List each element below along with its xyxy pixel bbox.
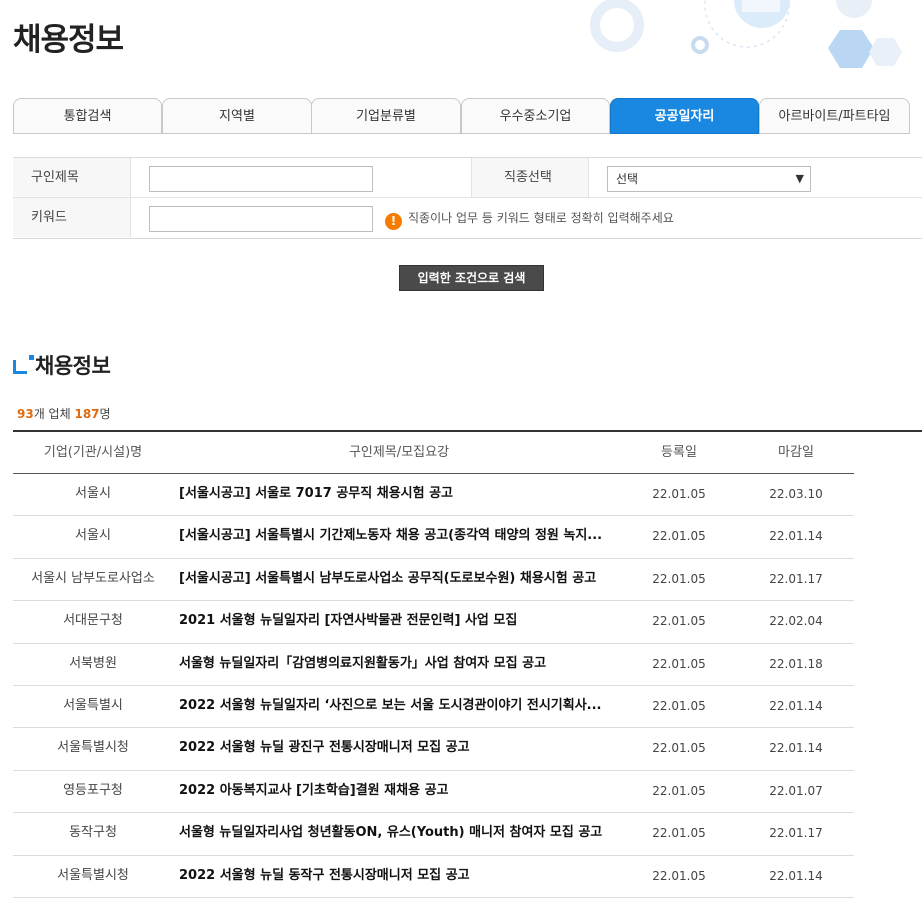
column-header-deadline: 마감일 <box>778 445 814 460</box>
row-title-link[interactable]: 2022 서울형 뉴딜 광진구 전통시장매니저 모집 공고 <box>179 728 619 768</box>
search-row-keyword: 키워드 ! 직종이나 업무 등 키워드 형태로 정확히 입력해주세요 <box>13 198 922 237</box>
people-count: 187 <box>74 407 100 421</box>
table-row: 서울시 [서울시공고] 서울특별시 기간제노동자 채용 공고(종각역 태양의 정… <box>13 516 854 559</box>
row-registered: 22.01.05 <box>652 868 706 883</box>
section-title-text: 채용정보 <box>35 354 111 378</box>
chevron-down-icon: ▼ <box>795 172 804 185</box>
job-title-label: 구인제목 <box>13 158 131 197</box>
row-registered: 22.01.05 <box>652 698 706 713</box>
table-row: 서울특별시청 2022 서울형 뉴딜 동작구 전통시장매니저 모집 공고 22.… <box>13 856 854 898</box>
row-org: 서울특별시청 <box>57 867 129 883</box>
result-count: 93개 업체 187명 <box>17 405 111 422</box>
tab-excellent-sme[interactable]: 우수중소기업 <box>461 98 610 134</box>
column-header-title: 구인제목/모집요강 <box>348 445 450 460</box>
row-deadline: 22.01.17 <box>769 826 823 841</box>
row-org: 동작구청 <box>69 825 117 841</box>
row-registered: 22.01.05 <box>652 571 706 586</box>
row-deadline: 22.01.14 <box>769 741 823 756</box>
warning-icon: ! <box>385 213 402 230</box>
row-title-link[interactable]: 2022 서울형 뉴딜 동작구 전통시장매니저 모집 공고 <box>179 856 619 896</box>
search-form: 구인제목 직종선택 선택 ▼ 키워드 ! 직종이나 업무 등 키워드 형태로 정확… <box>13 157 922 239</box>
company-count-unit: 개 업체 <box>33 407 71 421</box>
row-registered: 22.01.05 <box>652 487 706 501</box>
tab-company-type[interactable]: 기업분류별 <box>311 98 461 134</box>
row-registered: 22.01.05 <box>652 741 706 756</box>
header-decoration <box>582 0 922 90</box>
row-deadline: 22.01.07 <box>769 783 823 798</box>
search-submit-button[interactable]: 입력한 조건으로 검색 <box>399 265 544 291</box>
row-org: 서대문구청 <box>63 613 123 629</box>
column-header-org: 기업(기관/시설)명 <box>43 445 143 460</box>
row-org: 서울시 남부도로사업소 <box>31 570 155 586</box>
row-org: 서울특별시청 <box>57 740 129 756</box>
keyword-label: 키워드 <box>13 198 131 237</box>
job-category-label: 직종선택 <box>471 158 589 197</box>
keyword-hint: ! 직종이나 업무 등 키워드 형태로 정확히 입력해주세요 <box>385 208 674 230</box>
table-row: 서대문구청 2021 서울형 뉴딜일자리 [자연사박물관 전문인력] 사업 모집… <box>13 601 854 644</box>
row-registered: 22.01.05 <box>652 656 706 671</box>
row-org: 서울시 <box>75 486 111 501</box>
table-row: 서울특별시청 2022 서울형 뉴딜 광진구 전통시장매니저 모집 공고 22.… <box>13 728 854 771</box>
table-row: 서북병원 서울형 뉴딜일자리「감염병의료지원활동가」사업 참여자 모집 공고 2… <box>13 644 854 686</box>
row-deadline: 22.01.14 <box>769 529 823 544</box>
row-title-link[interactable]: 2022 서울형 뉴딜일자리 ‘사진으로 보는 서울 도시경관이야기 전시기획사… <box>179 686 619 726</box>
keyword-hint-text: 직종이나 업무 등 키워드 형태로 정확히 입력해주세요 <box>408 211 674 225</box>
table-row: 서울시 [서울시공고] 서울로 7017 공무직 채용시험 공고 22.01.0… <box>13 474 854 517</box>
row-title-link[interactable]: 서울형 뉴딜일자리사업 청년활동ON, 유스(Youth) 매니저 참여자 모집… <box>179 813 619 853</box>
job-list: 서울시 [서울시공고] 서울로 7017 공무직 채용시험 공고 22.01.0… <box>13 474 854 898</box>
job-category-select-value: 선택 <box>616 172 639 186</box>
row-deadline: 22.01.14 <box>769 698 823 713</box>
row-deadline: 22.01.14 <box>769 868 823 883</box>
row-title-link[interactable]: [서울시공고] 서울특별시 남부도로사업소 공무직(도로보수원) 채용시험 공고 <box>179 559 619 599</box>
search-row-title: 구인제목 직종선택 선택 ▼ <box>13 158 922 198</box>
row-deadline: 22.03.10 <box>769 487 823 501</box>
row-title-link[interactable]: [서울시공고] 서울로 7017 공무직 채용시험 공고 <box>179 474 619 514</box>
row-org: 서북병원 <box>69 655 117 671</box>
row-title-link[interactable]: 2021 서울형 뉴딜일자리 [자연사박물관 전문인력] 사업 모집 <box>179 601 619 641</box>
row-title-link[interactable]: 2022 아동복지교사 [기초학습]결원 재채용 공고 <box>179 771 619 811</box>
table-row: 서울시 남부도로사업소 [서울시공고] 서울특별시 남부도로사업소 공무직(도로… <box>13 559 854 602</box>
row-deadline: 22.01.17 <box>769 571 823 586</box>
table-row: 동작구청 서울형 뉴딜일자리사업 청년활동ON, 유스(Youth) 매니저 참… <box>13 813 854 856</box>
row-deadline: 22.02.04 <box>769 614 823 629</box>
job-category-select[interactable]: 선택 ▼ <box>607 166 811 192</box>
row-title-link[interactable]: 서울형 뉴딜일자리「감염병의료지원활동가」사업 참여자 모집 공고 <box>179 644 619 684</box>
row-org: 영등포구청 <box>63 782 123 798</box>
row-registered: 22.01.05 <box>652 826 706 841</box>
tab-part-time[interactable]: 아르바이트/파트타임 <box>759 98 910 134</box>
row-deadline: 22.01.18 <box>769 656 823 671</box>
tab-public-jobs[interactable]: 공공일자리 <box>610 98 759 134</box>
row-registered: 22.01.05 <box>652 614 706 629</box>
section-title: 채용정보 <box>13 350 111 380</box>
column-header-registered: 등록일 <box>661 445 697 460</box>
table-row: 영등포구청 2022 아동복지교사 [기초학습]결원 재채용 공고 22.01.… <box>13 771 854 814</box>
section-bullet-icon <box>13 355 34 374</box>
table-row: 서울특별시 2022 서울형 뉴딜일자리 ‘사진으로 보는 서울 도시경관이야기… <box>13 686 854 729</box>
category-tabs: 통합검색 지역별 기업분류별 우수중소기업 공공일자리 아르바이트/파트타임 <box>13 98 922 136</box>
row-org: 서울특별시 <box>63 697 123 713</box>
tab-integrated-search[interactable]: 통합검색 <box>13 98 162 134</box>
page-title: 채용정보 <box>13 22 124 58</box>
people-count-unit: 명 <box>99 407 111 421</box>
row-registered: 22.01.05 <box>652 783 706 798</box>
row-registered: 22.01.05 <box>652 529 706 544</box>
keyword-input[interactable] <box>149 206 373 232</box>
tab-region[interactable]: 지역별 <box>162 98 312 134</box>
table-header: 기업(기관/시설)명 구인제목/모집요강 등록일 마감일 <box>13 432 854 474</box>
row-title-link[interactable]: [서울시공고] 서울특별시 기간제노동자 채용 공고(종각역 태양의 정원 녹지… <box>179 516 619 556</box>
job-title-input[interactable] <box>149 166 373 192</box>
company-count: 93 <box>17 407 34 421</box>
row-org: 서울시 <box>75 528 111 544</box>
